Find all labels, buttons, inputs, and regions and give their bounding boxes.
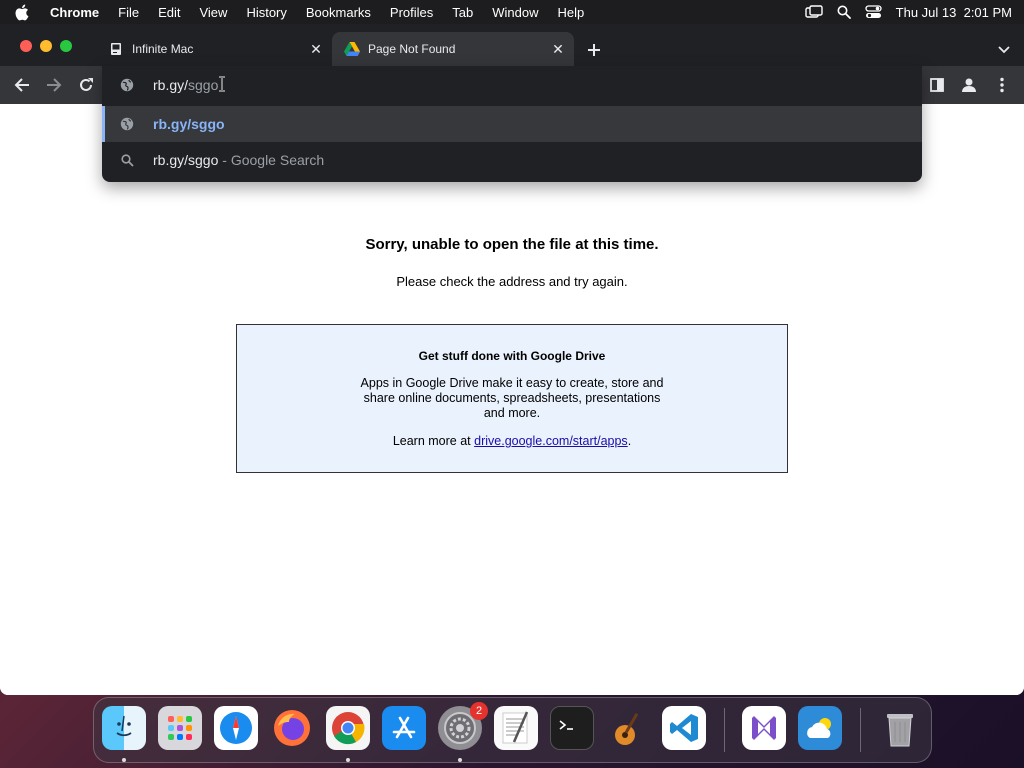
chrome-icon[interactable] (326, 706, 370, 750)
firefox-icon[interactable] (270, 706, 314, 750)
autocomplete-text: sggo (188, 77, 219, 93)
more-menu-icon[interactable] (992, 75, 1012, 95)
typed-text: rb.gy/ (153, 77, 189, 93)
app-store-icon[interactable] (382, 706, 426, 750)
visual-studio-icon[interactable] (742, 706, 786, 750)
notification-badge: 2 (470, 702, 488, 720)
system-settings-icon[interactable]: 2 (438, 702, 488, 750)
textedit-icon[interactable] (494, 706, 538, 750)
close-window-button[interactable] (20, 40, 32, 52)
settings-running-indicator (458, 758, 462, 762)
tab-title: Page Not Found (368, 42, 456, 56)
weather-icon[interactable] (798, 706, 842, 750)
suggestion-suffix: - Google Search (222, 152, 325, 168)
safari-icon[interactable] (214, 706, 258, 750)
apple-menu-icon[interactable] (14, 4, 32, 21)
tab-infinite-mac[interactable]: Infinite Mac ✕ (96, 32, 332, 66)
promo-title: Get stuff done with Google Drive (418, 349, 606, 363)
menu-app-name[interactable]: Chrome (50, 5, 99, 20)
page-content: Sorry, unable to open the file at this t… (0, 104, 1024, 695)
menu-edit[interactable]: Edit (158, 5, 180, 20)
screen-mirroring-icon[interactable] (804, 5, 823, 19)
menubar-clock[interactable]: Thu Jul 13 2:01 PM (896, 5, 1012, 20)
finder-running-indicator (122, 758, 126, 762)
back-button[interactable] (12, 75, 32, 95)
address-input[interactable]: rb.gy/sggo (153, 77, 218, 93)
side-panel-icon[interactable] (927, 75, 947, 95)
chrome-window: Infinite Mac ✕ Page Not Found ✕ rb.gy/sg… (0, 24, 1024, 695)
maximize-window-button[interactable] (60, 40, 72, 52)
tab-search-chevron-icon[interactable] (998, 41, 1010, 59)
reload-button[interactable] (76, 75, 96, 95)
menu-view[interactable]: View (199, 5, 227, 20)
menu-file[interactable]: File (118, 5, 139, 20)
menu-window[interactable]: Window (492, 5, 538, 20)
suggestion-url-text: rb.gy/sggo (153, 116, 225, 132)
tab-title: Infinite Mac (132, 42, 194, 56)
new-tab-button[interactable] (584, 40, 604, 60)
error-title: Sorry, unable to open the file at this t… (365, 236, 659, 253)
globe-icon (119, 77, 135, 93)
macos-dock: 2 (93, 697, 932, 763)
profile-avatar-icon[interactable] (959, 75, 979, 95)
promo-body: Apps in Google Drive make it easy to cre… (360, 376, 664, 420)
menu-bookmarks[interactable]: Bookmarks (306, 5, 371, 20)
close-tab-icon[interactable]: ✕ (306, 39, 326, 59)
drive-apps-link[interactable]: drive.google.com/start/apps (474, 434, 628, 448)
suggestion-search[interactable]: rb.gy/sggo - Google Search (102, 142, 922, 178)
tab-page-not-found[interactable]: Page Not Found ✕ (332, 32, 574, 66)
learn-more-suffix: . (627, 434, 632, 448)
search-icon (119, 152, 135, 168)
trash-icon[interactable] (878, 706, 922, 750)
chrome-running-indicator (346, 758, 350, 762)
menu-profiles[interactable]: Profiles (390, 5, 433, 20)
control-center-icon[interactable] (865, 5, 882, 19)
google-drive-promo: Get stuff done with Google Drive Apps in… (236, 324, 788, 473)
suggestion-url[interactable]: rb.gy/sggo (102, 106, 922, 142)
omnibox-dropdown: rb.gy/sggo rb.gy/sggo rb.gy/sggo - Googl… (102, 66, 922, 182)
suggestion-query: rb.gy/sggo (153, 152, 219, 168)
dock-separator (860, 708, 861, 752)
dock-separator (724, 708, 725, 752)
finder-icon[interactable] (102, 706, 146, 750)
close-tab-icon[interactable]: ✕ (548, 39, 568, 59)
menu-tab[interactable]: Tab (452, 5, 473, 20)
vscode-icon[interactable] (662, 706, 706, 750)
suggestion-search-text: rb.gy/sggo - Google Search (153, 152, 324, 168)
window-controls (20, 40, 72, 52)
terminal-icon[interactable] (550, 706, 594, 750)
error-subtitle: Please check the address and try again. (396, 274, 628, 289)
minimize-window-button[interactable] (40, 40, 52, 52)
address-bar[interactable]: rb.gy/sggo (102, 66, 922, 104)
globe-icon (119, 116, 135, 132)
garageband-icon[interactable] (606, 706, 650, 750)
text-cursor-icon (218, 76, 226, 97)
macos-menu-bar: Chrome File Edit View History Bookmarks … (0, 0, 1024, 24)
tab-strip: Infinite Mac ✕ Page Not Found ✕ (0, 24, 1024, 66)
forward-button[interactable] (44, 75, 64, 95)
google-drive-icon (344, 41, 360, 57)
mac-icon (108, 41, 124, 57)
learn-more-prefix: Learn more at (392, 434, 475, 448)
menu-help[interactable]: Help (558, 5, 585, 20)
menu-history[interactable]: History (246, 5, 286, 20)
promo-learn-more: Learn more at drive.google.com/start/app… (237, 434, 787, 448)
spotlight-search-icon[interactable] (837, 5, 851, 19)
launchpad-icon[interactable] (158, 706, 202, 750)
